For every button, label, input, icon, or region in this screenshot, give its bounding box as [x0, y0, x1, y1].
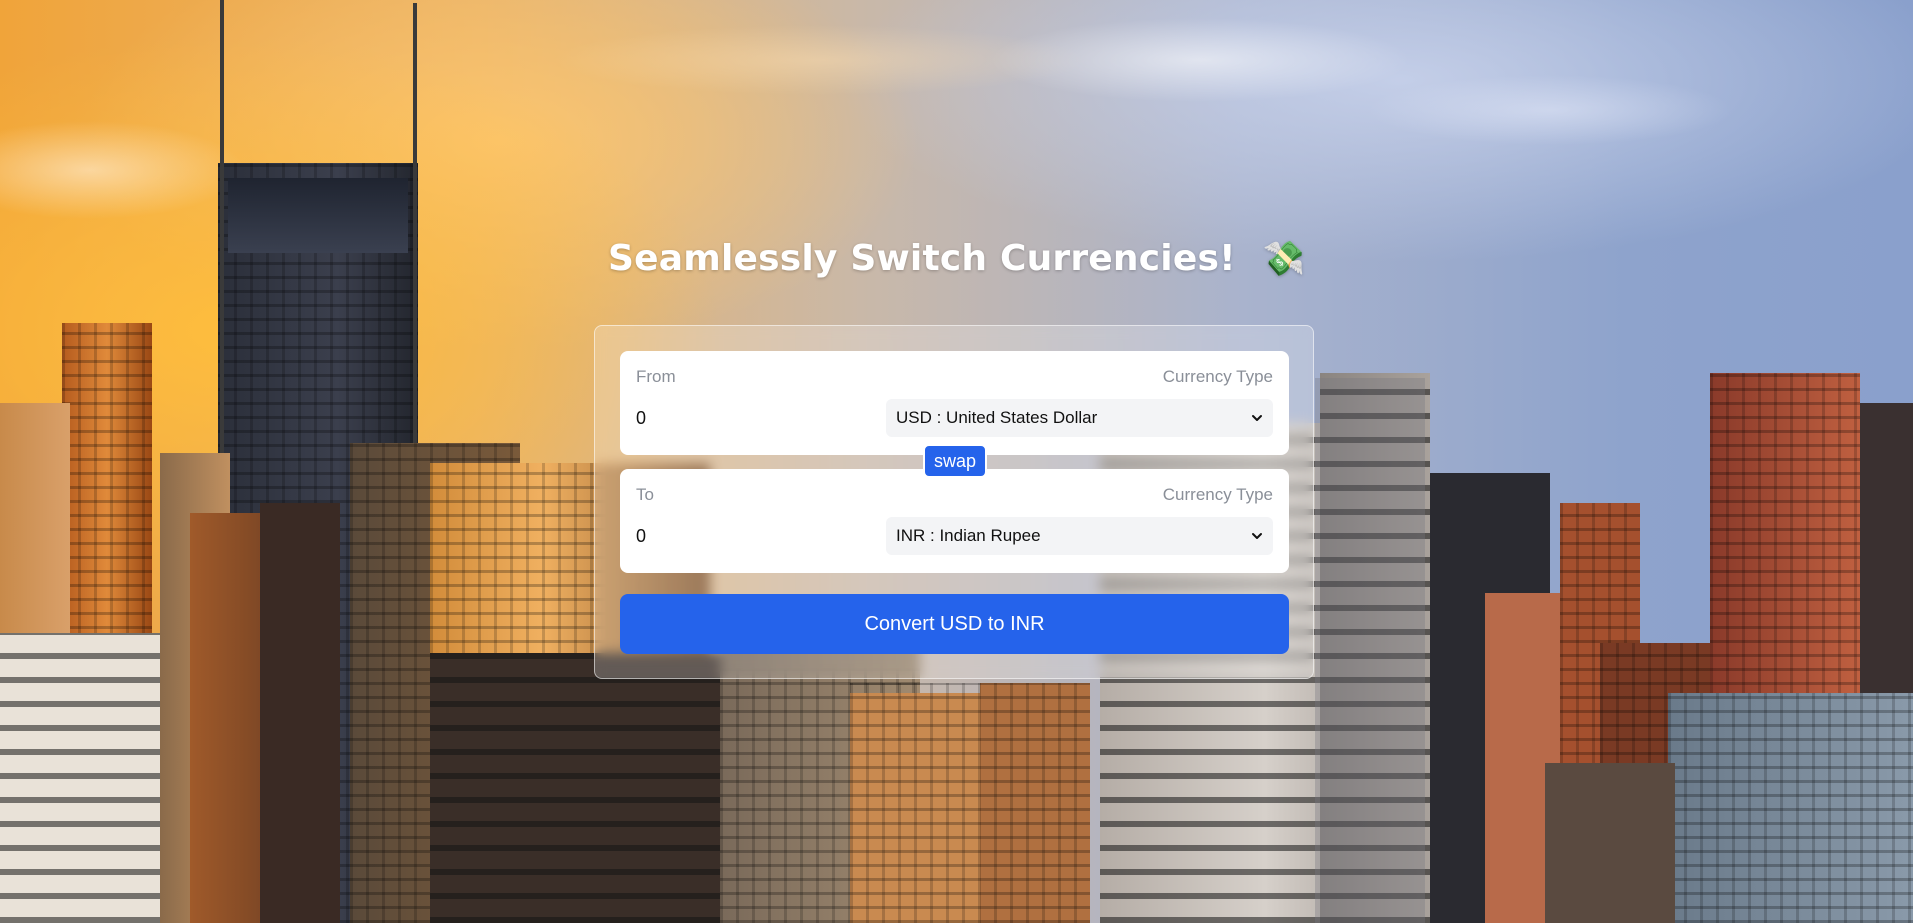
convert-button[interactable]: Convert USD to INR [620, 594, 1289, 654]
to-label: To [636, 485, 654, 504]
from-amount-input[interactable] [636, 407, 876, 429]
to-currency-select[interactable]: INR : Indian Rupee [886, 517, 1273, 555]
from-currency-select[interactable]: USD : United States Dollar [886, 399, 1273, 437]
to-amount-input[interactable] [636, 525, 876, 547]
from-currency-type-label: Currency Type [1162, 367, 1273, 386]
page-title-text: Seamlessly Switch Currencies! [608, 238, 1236, 279]
swap-button[interactable]: swap [923, 444, 987, 478]
from-box: From Currency Type USD : United States D… [620, 351, 1289, 455]
page-title: Seamlessly Switch Currencies! 💸 [0, 238, 1913, 279]
from-label: From [636, 367, 676, 386]
to-box: To Currency Type INR : Indian Rupee [620, 469, 1289, 573]
money-with-wings-icon: 💸 [1262, 239, 1305, 279]
chevron-down-icon [1252, 533, 1262, 539]
chevron-down-icon [1252, 415, 1262, 421]
to-currency-value: INR : Indian Rupee [896, 526, 1041, 545]
from-currency-value: USD : United States Dollar [896, 408, 1098, 427]
to-currency-type-label: Currency Type [1162, 485, 1273, 504]
converter-panel: From Currency Type USD : United States D… [594, 325, 1314, 679]
